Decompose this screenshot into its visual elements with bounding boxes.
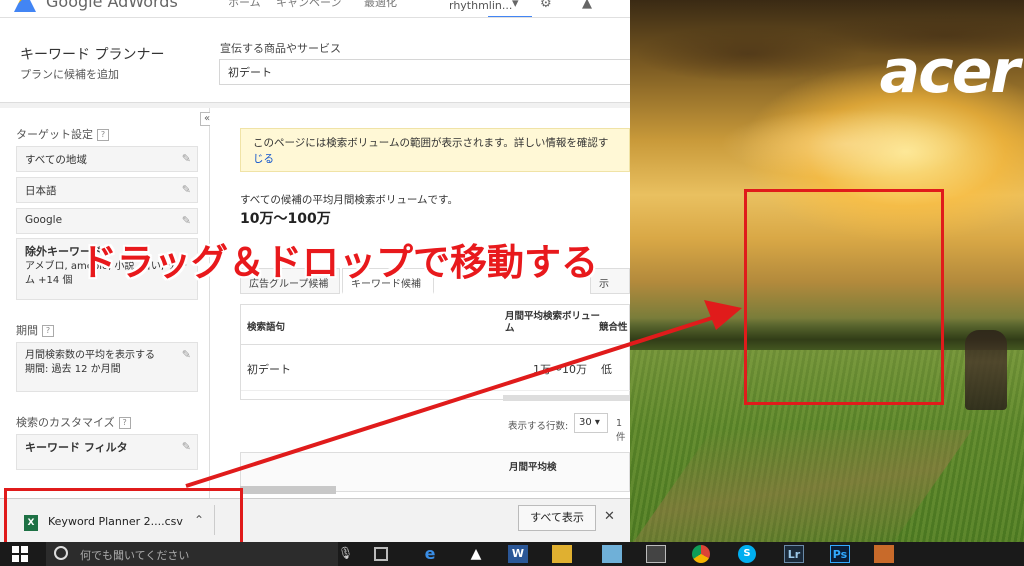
taskbar: 何でも聞いてください 🎙 e ▲ W S Lr Ps (0, 542, 1024, 566)
keyword-table: 検索語句 月間平均検索ボリューム 競合性 初デート 1万～10万 低 (240, 304, 630, 401)
acer-logo: acer (879, 37, 1020, 107)
wallpaper-hiker (965, 330, 1007, 410)
row-term: 初デート (247, 363, 291, 376)
table-header-row: 検索語句 月間平均検索ボリューム 競合性 (241, 305, 630, 345)
drop-target-highlight (744, 189, 944, 405)
store-icon[interactable] (646, 545, 666, 563)
instruction-annotation: ドラッグ＆ドロップで移動する (80, 241, 598, 284)
period-desc: 月間検索数の平均を表示する (25, 350, 155, 361)
task-view-icon[interactable] (374, 547, 388, 561)
language-label: 日本語 (25, 185, 57, 197)
avg-volume-value: 10万～100万 (240, 211, 331, 227)
microphone-icon[interactable]: 🎙 (338, 546, 353, 560)
pencil-icon[interactable]: ✎ (182, 214, 191, 227)
page-subtitle: プランに候補を追加 (20, 68, 119, 81)
help-icon[interactable]: ? (97, 129, 109, 141)
drag-source-highlight (4, 488, 243, 549)
col-monthly-volume-2[interactable]: 月間平均検 (509, 459, 557, 473)
chrome-icon[interactable] (692, 545, 710, 563)
product-input[interactable]: 初デート (219, 59, 630, 85)
col-search-term[interactable]: 検索語句 (247, 319, 285, 333)
sidebar-item-period[interactable]: 月間検索数の平均を表示する 期間: 過去 12 か月間 ✎ (16, 342, 198, 392)
notice-banner: このページには検索ボリュームの範囲が表示されます。詳しい情報を確認す じる (240, 128, 630, 172)
photoshop-icon[interactable]: Ps (830, 545, 850, 563)
location-label: すべての地域 (25, 154, 87, 166)
product-label: 宣伝する商品やサービス (220, 42, 341, 55)
active-nav-indicator (488, 16, 532, 17)
help-icon[interactable]: ? (118, 417, 131, 429)
cortana-icon (54, 546, 68, 560)
adwords-logo-icon (14, 0, 36, 12)
user-account[interactable]: rhythmlin... (449, 0, 512, 12)
table-row[interactable]: 初デート 1万～10万 低 (241, 345, 630, 391)
windows-start-icon[interactable] (12, 546, 28, 562)
customize-title-text: 検索のカスタマイズ (16, 416, 115, 429)
help-icon[interactable]: ? (42, 325, 54, 337)
page-scrollbar[interactable] (240, 486, 336, 494)
sidebar-item-network[interactable]: Google ✎ (16, 208, 198, 234)
app-icon-3[interactable] (874, 545, 894, 563)
col-competition[interactable]: 競合性 (599, 319, 628, 333)
bell-icon[interactable]: ▲ (582, 0, 592, 11)
pencil-icon[interactable]: ✎ (182, 152, 191, 165)
edge-icon[interactable]: e (420, 545, 440, 563)
period-title-text: 期間 (16, 324, 38, 337)
app-icon[interactable]: ▲ (466, 545, 486, 563)
nav-home[interactable]: ホーム (228, 0, 261, 10)
nav-optimize[interactable]: 最適化 (364, 0, 397, 10)
targeting-section-title: ターゲット設定? (16, 126, 109, 142)
gear-icon[interactable]: ⚙ (540, 0, 552, 11)
notice-text: このページには検索ボリュームの範囲が表示されます。詳しい情報を確認す (253, 137, 609, 149)
adwords-topbar: Google AdWords ホーム キャンペーン 最適化 rhythmlin.… (0, 0, 630, 18)
rows-per-page-label: 表示する行数: (508, 421, 569, 432)
table-scrollbar[interactable] (503, 395, 630, 401)
lightroom-icon[interactable]: Lr (784, 545, 804, 563)
taskbar-search[interactable]: 何でも聞いてください (46, 542, 338, 566)
skype-icon[interactable]: S (738, 545, 756, 563)
chevron-down-icon[interactable]: ▾ (512, 0, 519, 11)
network-label: Google (25, 214, 63, 226)
avg-volume-label: すべての候補の平均月間検索ボリュームです。 (240, 194, 458, 206)
pencil-icon[interactable]: ✎ (182, 183, 191, 196)
rows-per-page-select[interactable]: 30 ▾ (574, 413, 608, 433)
pencil-icon[interactable]: ✎ (182, 440, 191, 454)
folder-icon[interactable] (552, 545, 572, 563)
keyword-filter-label: キーワード フィルタ (25, 441, 128, 454)
page-indicator: 1 件 (616, 418, 626, 443)
app-icon-2[interactable] (602, 545, 622, 563)
nav-campaigns[interactable]: キャンペーン (276, 0, 341, 10)
period-section-title: 期間? (16, 322, 54, 338)
col-monthly-volume[interactable]: 月間平均検索ボリューム (505, 311, 601, 335)
sidebar-item-keyword-filter[interactable]: キーワード フィルタ ✎ (16, 434, 198, 470)
show-all-button[interactable]: すべて表示 (518, 505, 596, 531)
pencil-icon[interactable]: ✎ (182, 348, 191, 362)
sidebar-item-location[interactable]: すべての地域 ✎ (16, 146, 198, 172)
targeting-title-text: ターゲット設定 (16, 128, 93, 141)
word-icon[interactable]: W (508, 545, 528, 563)
row-volume: 1万～10万 (533, 363, 587, 376)
customize-section-title: 検索のカスタマイズ? (16, 414, 131, 430)
sidebar-item-language[interactable]: 日本語 ✎ (16, 177, 198, 203)
page-title: キーワード プランナー (20, 47, 165, 63)
app-name: Google AdWords (46, 0, 178, 11)
close-icon[interactable]: ✕ (604, 509, 615, 524)
period-range: 期間: 過去 12 か月間 (25, 364, 121, 375)
row-competition: 低 (601, 363, 612, 376)
notice-link[interactable]: じる (253, 153, 274, 165)
rows-value: 30 (579, 417, 592, 428)
